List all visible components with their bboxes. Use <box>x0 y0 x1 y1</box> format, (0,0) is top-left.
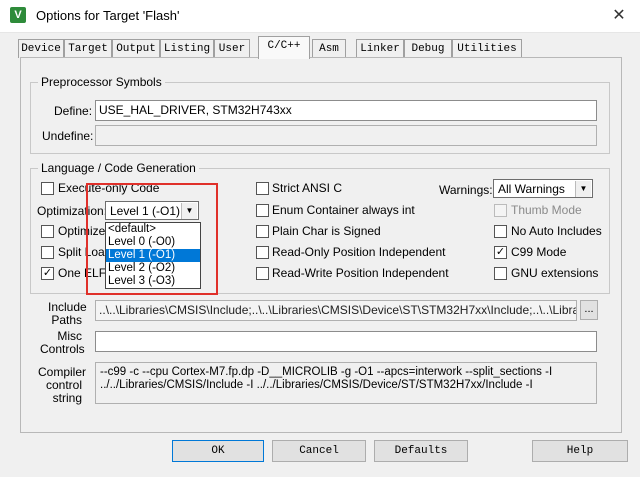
cancel-button[interactable]: Cancel <box>272 440 366 462</box>
ropi-label: Read-Only Position Independent <box>272 245 446 259</box>
define-input[interactable]: USE_HAL_DRIVER, STM32H743xx <box>95 100 597 121</box>
c99-mode-checkbox[interactable]: ✓ <box>494 246 507 259</box>
tab-utilities[interactable]: Utilities <box>452 39 522 58</box>
include-paths-label-line2: Paths <box>51 313 82 327</box>
enum-container-checkbox[interactable] <box>256 204 269 217</box>
undefine-label: Undefine: <box>42 129 94 143</box>
c99-mode-label: C99 Mode <box>511 245 567 259</box>
preprocessor-group-label: Preprocessor Symbols <box>38 75 165 89</box>
compiler-control-line1: --c99 -c --cpu Cortex-M7.fp.dp -D__MICRO… <box>100 366 553 378</box>
define-label: Define: <box>54 104 93 118</box>
tab-debug[interactable]: Debug <box>404 39 452 58</box>
gnu-extensions-checkbox[interactable] <box>494 267 507 280</box>
compiler-control-label-line1: Compiler <box>38 365 87 379</box>
misc-controls-input[interactable] <box>95 331 597 352</box>
optimize-for-time-checkbox[interactable] <box>41 225 54 238</box>
tab-user[interactable]: User <box>214 39 250 58</box>
tab-c-cpp[interactable]: C/C++ <box>258 36 310 59</box>
warnings-selected: All Warnings <box>498 182 565 196</box>
no-auto-includes-checkbox[interactable] <box>494 225 507 238</box>
plain-char-checkbox[interactable] <box>256 225 269 238</box>
window-title: Options for Target 'Flash' <box>36 8 180 23</box>
thumb-mode-label: Thumb Mode <box>511 203 582 217</box>
execute-only-checkbox[interactable] <box>41 182 54 195</box>
tab-asm[interactable]: Asm <box>312 39 346 58</box>
keil-uvision-icon: V <box>10 7 26 23</box>
compiler-control-label-line3: string <box>52 391 82 405</box>
language-group-label: Language / Code Generation <box>38 161 199 175</box>
chevron-down-icon[interactable]: ▼ <box>575 181 591 197</box>
compiler-control-line2: ../../Libraries/CMSIS/Include -I ../../L… <box>100 379 533 391</box>
tab-device[interactable]: Device <box>18 39 64 58</box>
rwpi-checkbox[interactable] <box>256 267 269 280</box>
tab-target[interactable]: Target <box>64 39 112 58</box>
misc-controls-label-line2: Controls <box>40 342 85 356</box>
defaults-button[interactable]: Defaults <box>374 440 468 462</box>
gnu-extensions-label: GNU extensions <box>511 266 599 280</box>
split-load-checkbox[interactable] <box>41 246 54 259</box>
strict-ansi-checkbox[interactable] <box>256 182 269 195</box>
tab-listing[interactable]: Listing <box>160 39 214 58</box>
plain-char-label: Plain Char is Signed <box>272 224 381 238</box>
warnings-select[interactable]: All Warnings ▼ <box>493 179 593 198</box>
one-elf-checkbox[interactable]: ✓ <box>41 267 54 280</box>
highlight-box <box>86 183 218 295</box>
include-paths-input[interactable]: ..\..\Libraries\CMSIS\Include;..\..\Libr… <box>95 300 577 321</box>
warnings-label: Warnings: <box>439 183 493 197</box>
strict-ansi-label: Strict ANSI C <box>272 181 343 195</box>
help-button[interactable]: Help <box>532 440 628 462</box>
close-icon[interactable]: ✕ <box>604 4 634 28</box>
thumb-mode-checkbox[interactable] <box>494 204 507 217</box>
undefine-input[interactable] <box>95 125 597 146</box>
tab-output[interactable]: Output <box>112 39 160 58</box>
enum-container-label: Enum Container always int <box>272 203 415 217</box>
misc-controls-label-line1: Misc <box>57 329 82 343</box>
compiler-control-string: --c99 -c --cpu Cortex-M7.fp.dp -D__MICRO… <box>95 362 597 404</box>
compiler-control-label-line2: control <box>45 378 82 392</box>
ropi-checkbox[interactable] <box>256 246 269 259</box>
ok-button[interactable]: OK <box>172 440 264 462</box>
tab-linker[interactable]: Linker <box>356 39 404 58</box>
rwpi-label: Read-Write Position Independent <box>272 266 449 280</box>
include-paths-browse-button[interactable]: ... <box>580 300 598 320</box>
include-paths-label-line1: Include <box>48 300 87 314</box>
no-auto-includes-label: No Auto Includes <box>511 224 602 238</box>
